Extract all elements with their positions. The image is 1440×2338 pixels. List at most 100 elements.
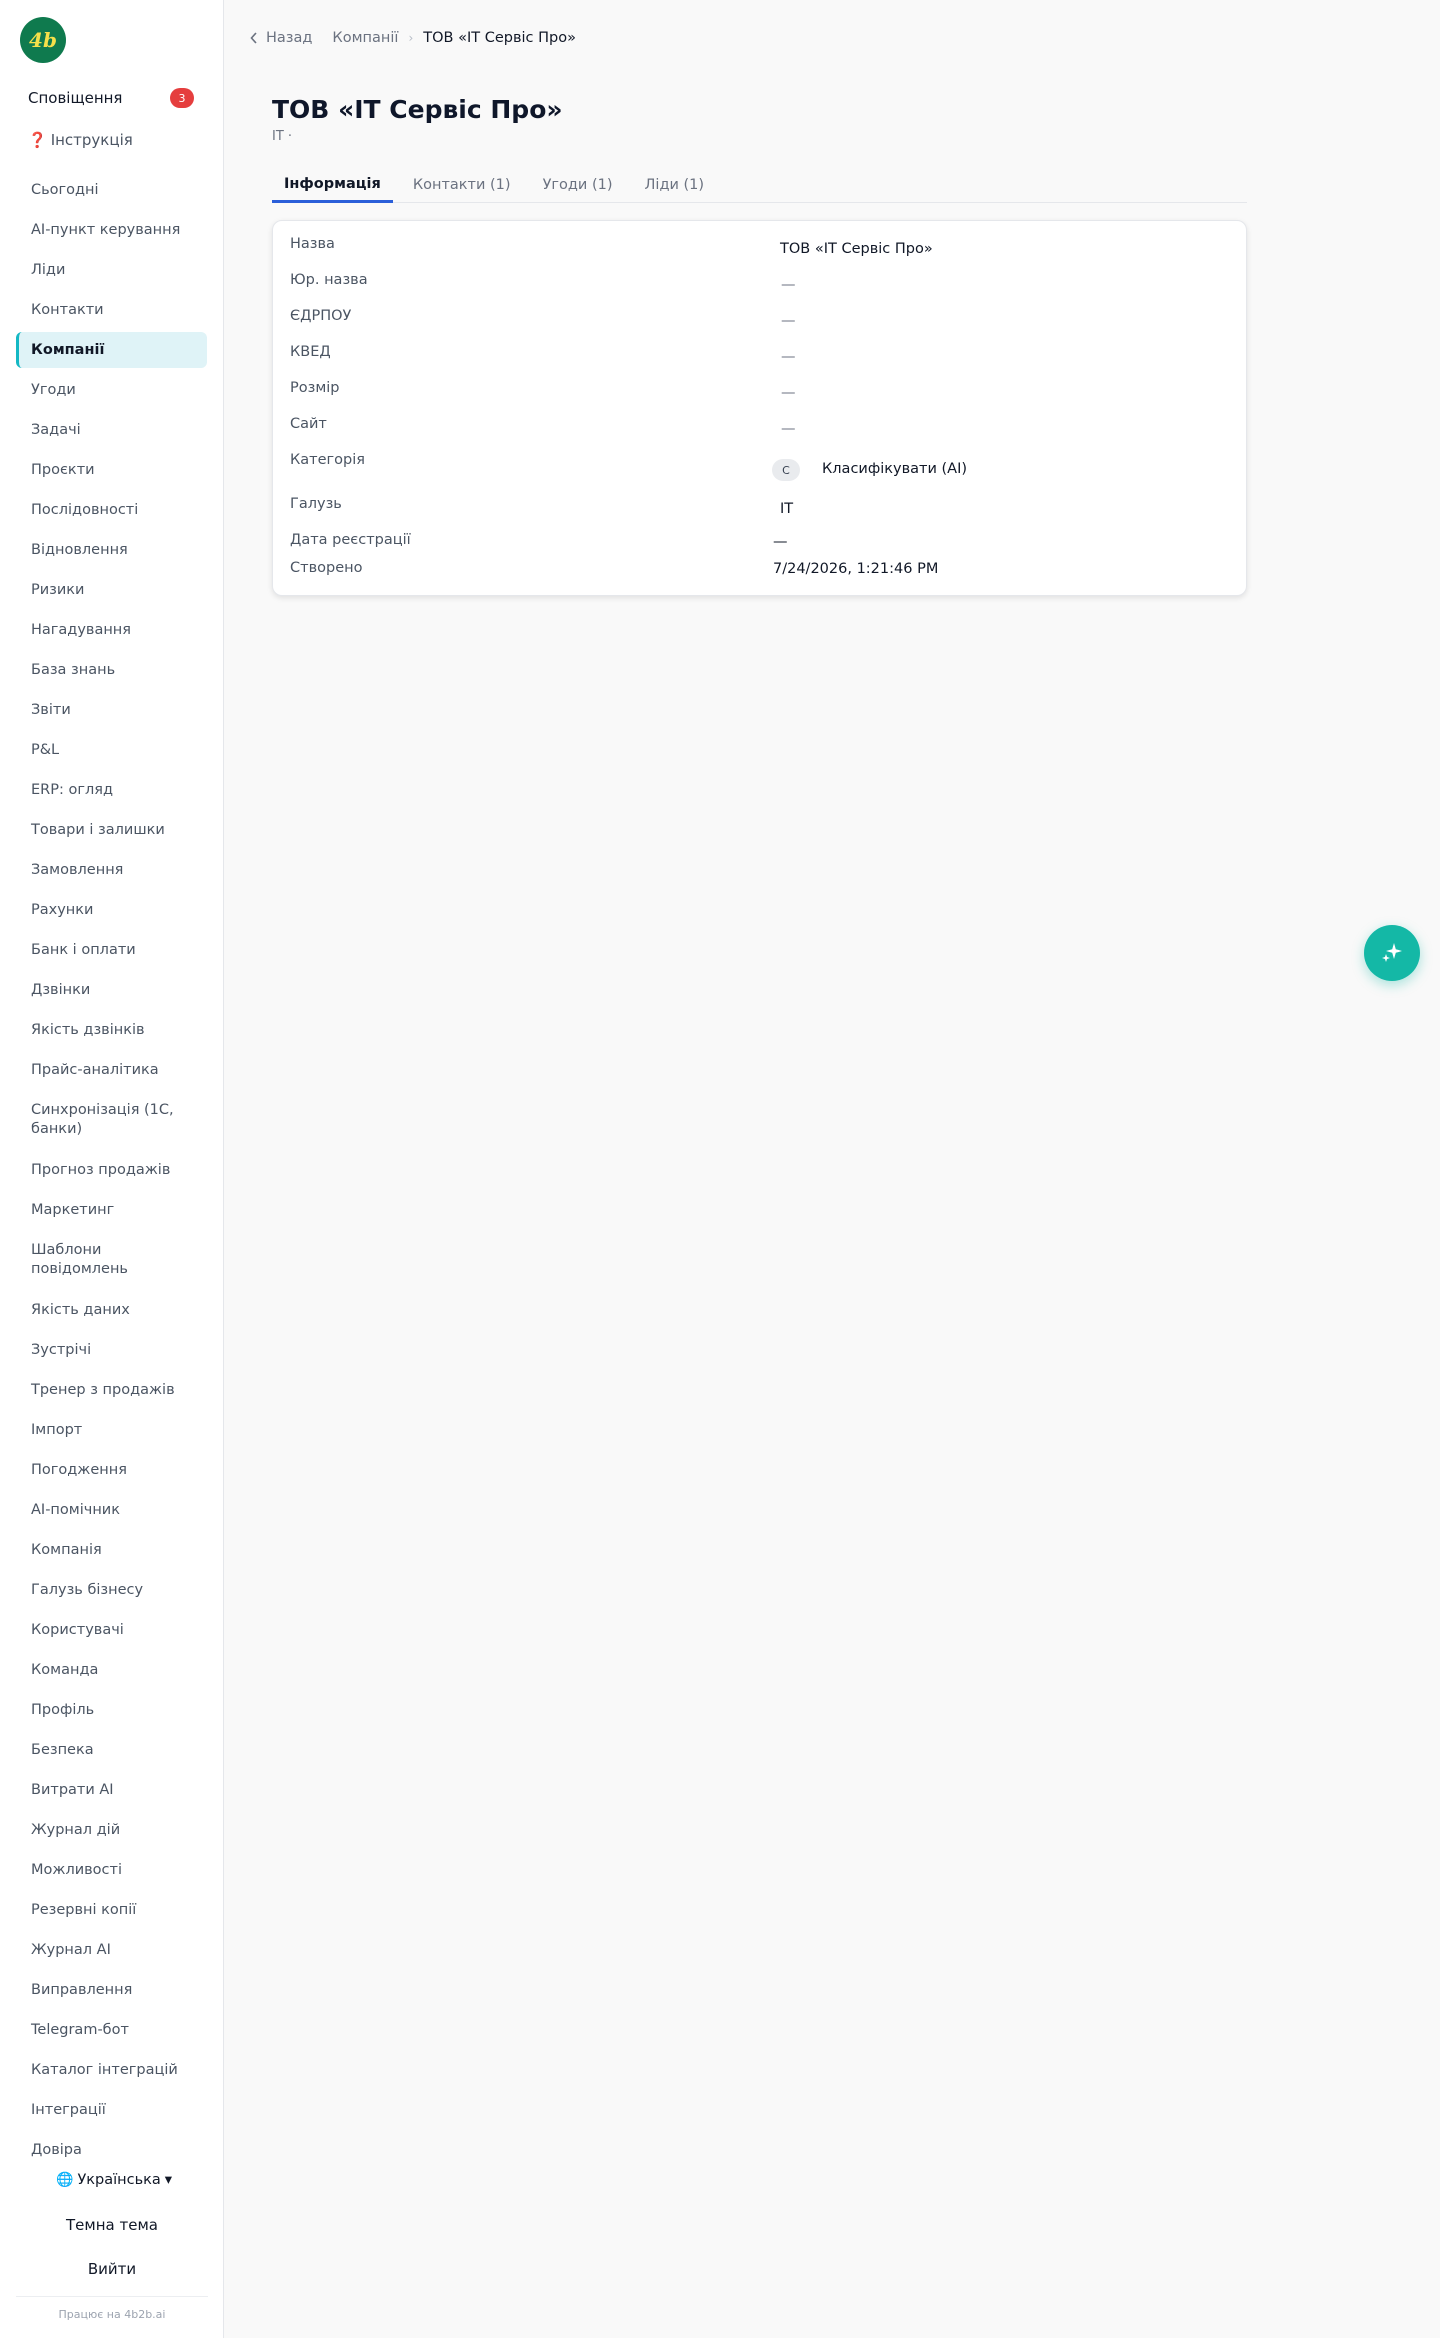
notifications-link[interactable]: Сповіщення 3 xyxy=(28,86,194,110)
chevron-left-icon xyxy=(250,32,257,44)
sidebar-item-security[interactable]: Безпека xyxy=(16,1730,207,1770)
help-link[interactable]: ❓ Інструкція xyxy=(28,128,133,152)
chevron-right-icon: › xyxy=(408,31,414,45)
sidebar-item-knowledge-base[interactable]: База знань xyxy=(16,650,207,690)
page-title: ТОВ «IT Сервіс Про» xyxy=(272,95,563,124)
sidebar-item-import[interactable]: Імпорт xyxy=(16,1410,207,1450)
sidebar-item-ai-log[interactable]: Журнал AI xyxy=(16,1930,207,1970)
tabs: Інформація Контакти (1) Угоди (1) Ліди (… xyxy=(272,167,1247,203)
help-label: Інструкція xyxy=(50,131,133,149)
breadcrumb-companies-link[interactable]: Компанії xyxy=(332,30,398,46)
sidebar-item-companies[interactable]: Компанії xyxy=(16,332,207,368)
sidebar-item-bank-payments[interactable]: Банк і оплати xyxy=(16,930,207,970)
field-label-website: Сайт xyxy=(290,416,327,432)
sidebar-item-calls[interactable]: Дзвінки xyxy=(16,970,207,1010)
sidebar-item-invoices[interactable]: Рахунки xyxy=(16,890,207,930)
sidebar-item-sequences[interactable]: Послідовності xyxy=(16,490,207,530)
sidebar-item-features[interactable]: Можливості xyxy=(16,1850,207,1890)
sidebar-item-integration-catalog[interactable]: Каталог інтеграцій xyxy=(16,2050,207,2090)
field-value-name: ТОВ «IT Сервіс Про» xyxy=(780,241,933,257)
question-icon: ❓ xyxy=(28,131,47,149)
sidebar-nav: Сьогодні AI-пункт керування Ліди Контакт… xyxy=(16,170,207,2170)
sidebar-item-ai-control[interactable]: AI-пункт керування xyxy=(16,210,207,250)
sidebar-item-sync[interactable]: Синхронізація (1С, банки) xyxy=(16,1090,207,1150)
sidebar-item-sales-forecast[interactable]: Прогноз продажів xyxy=(16,1150,207,1190)
field-label-category: Категорія xyxy=(290,452,365,468)
sidebar-divider xyxy=(16,2296,208,2297)
sidebar-item-products-stock[interactable]: Товари і залишки xyxy=(16,810,207,850)
back-label: Назад xyxy=(266,30,313,46)
sidebar-item-marketing[interactable]: Маркетинг xyxy=(16,1190,207,1230)
field-value-industry: IT xyxy=(780,501,794,517)
sidebar-item-users[interactable]: Користувачі xyxy=(16,1610,207,1650)
sidebar-item-contacts[interactable]: Контакти xyxy=(16,290,207,330)
sidebar: 4b Сповіщення 3 ❓ Інструкція Сьогодні AI… xyxy=(0,0,224,2338)
field-label-created: Створено xyxy=(290,560,363,576)
sidebar-item-sales-coach[interactable]: Тренер з продажів xyxy=(16,1370,207,1410)
field-value-registration-date: — xyxy=(773,534,788,550)
tab-leads[interactable]: Ліди (1) xyxy=(633,167,717,203)
breadcrumb: Назад Компанії › ТОВ «IT Сервіс Про» xyxy=(250,28,576,48)
sidebar-item-meetings[interactable]: Зустрічі xyxy=(16,1330,207,1370)
sidebar-item-telegram-bot[interactable]: Telegram-бот xyxy=(16,2010,207,2050)
breadcrumb-current: ТОВ «IT Сервіс Про» xyxy=(423,30,576,46)
sidebar-item-ai-assistant[interactable]: AI-помічник xyxy=(16,1490,207,1530)
ai-assistant-fab[interactable] xyxy=(1364,925,1420,981)
sidebar-item-orders[interactable]: Замовлення xyxy=(16,850,207,890)
field-label-industry: Галузь xyxy=(290,496,342,512)
powered-by-text: Працює на 4b2b.ai xyxy=(58,2308,166,2321)
field-label-legal-name: Юр. назва xyxy=(290,272,368,288)
sidebar-item-backups[interactable]: Резервні копії xyxy=(16,1890,207,1930)
tab-info[interactable]: Інформація xyxy=(272,167,393,203)
sidebar-item-team[interactable]: Команда xyxy=(16,1650,207,1690)
sidebar-item-integrations[interactable]: Інтеграції xyxy=(16,2090,207,2130)
field-value-website: — xyxy=(781,421,796,437)
sidebar-item-approvals[interactable]: Погодження xyxy=(16,1450,207,1490)
sidebar-item-trust[interactable]: Довіра xyxy=(16,2130,207,2170)
sidebar-item-call-quality[interactable]: Якість дзвінків xyxy=(16,1010,207,1050)
sidebar-item-fixes[interactable]: Виправлення xyxy=(16,1970,207,2010)
sidebar-item-deals[interactable]: Угоди xyxy=(16,370,207,410)
sidebar-item-company[interactable]: Компанія xyxy=(16,1530,207,1570)
field-label-edrpou: ЄДРПОУ xyxy=(290,308,352,324)
sidebar-item-leads[interactable]: Ліди xyxy=(16,250,207,290)
field-label-name: Назва xyxy=(290,236,335,252)
classify-ai-button[interactable]: Класифікувати (AI) xyxy=(822,461,967,477)
sidebar-item-reminders[interactable]: Нагадування xyxy=(16,610,207,650)
dark-theme-button[interactable]: Темна тема xyxy=(0,2216,224,2234)
field-label-kved: КВЕД xyxy=(290,344,331,360)
sidebar-item-today[interactable]: Сьогодні xyxy=(16,170,207,210)
sidebar-item-business-industry[interactable]: Галузь бізнесу xyxy=(16,1570,207,1610)
page-subtitle: IT · xyxy=(272,129,293,144)
sidebar-item-projects[interactable]: Проєкти xyxy=(16,450,207,490)
tab-deals[interactable]: Угоди (1) xyxy=(531,167,625,203)
tab-contacts[interactable]: Контакти (1) xyxy=(401,167,523,203)
sidebar-item-pnl[interactable]: P&L xyxy=(16,730,207,770)
company-info-card: Назва ТОВ «IT Сервіс Про» Юр. назва — ЄД… xyxy=(272,220,1247,596)
sidebar-item-price-analytics[interactable]: Прайс-аналітика xyxy=(16,1050,207,1090)
logout-button[interactable]: Вийти xyxy=(0,2260,224,2278)
sidebar-item-tasks[interactable]: Задачі xyxy=(16,410,207,450)
sidebar-item-profile[interactable]: Профіль xyxy=(16,1690,207,1730)
sidebar-item-risks[interactable]: Ризики xyxy=(16,570,207,610)
notifications-count-badge: 3 xyxy=(170,88,194,108)
field-label-size: Розмір xyxy=(290,380,340,396)
sidebar-item-reports[interactable]: Звіти xyxy=(16,690,207,730)
language-select[interactable]: 🌐 Українська ▾ xyxy=(56,2172,172,2188)
sidebar-item-data-quality[interactable]: Якість даних xyxy=(16,1290,207,1330)
sidebar-item-ai-costs[interactable]: Витрати AI xyxy=(16,1770,207,1810)
back-link[interactable]: Назад xyxy=(250,30,312,46)
sidebar-item-activity-log[interactable]: Журнал дій xyxy=(16,1810,207,1850)
field-value-size: — xyxy=(781,385,796,401)
field-value-edrpou: — xyxy=(781,313,796,329)
chevron-down-icon: ▾ xyxy=(164,2172,173,2188)
logo[interactable]: 4b xyxy=(20,17,66,63)
field-value-created: 7/24/2026, 1:21:46 PM xyxy=(773,561,939,577)
sidebar-item-message-templates[interactable]: Шаблони повідомлень xyxy=(16,1230,207,1290)
field-value-legal-name: — xyxy=(781,277,796,293)
sidebar-item-recovery[interactable]: Відновлення xyxy=(16,530,207,570)
language-label: Українська xyxy=(77,2172,161,2188)
field-label-registration-date: Дата реєстрації xyxy=(290,532,411,548)
globe-icon: 🌐 xyxy=(56,2172,74,2188)
sidebar-item-erp-overview[interactable]: ERP: огляд xyxy=(16,770,207,810)
